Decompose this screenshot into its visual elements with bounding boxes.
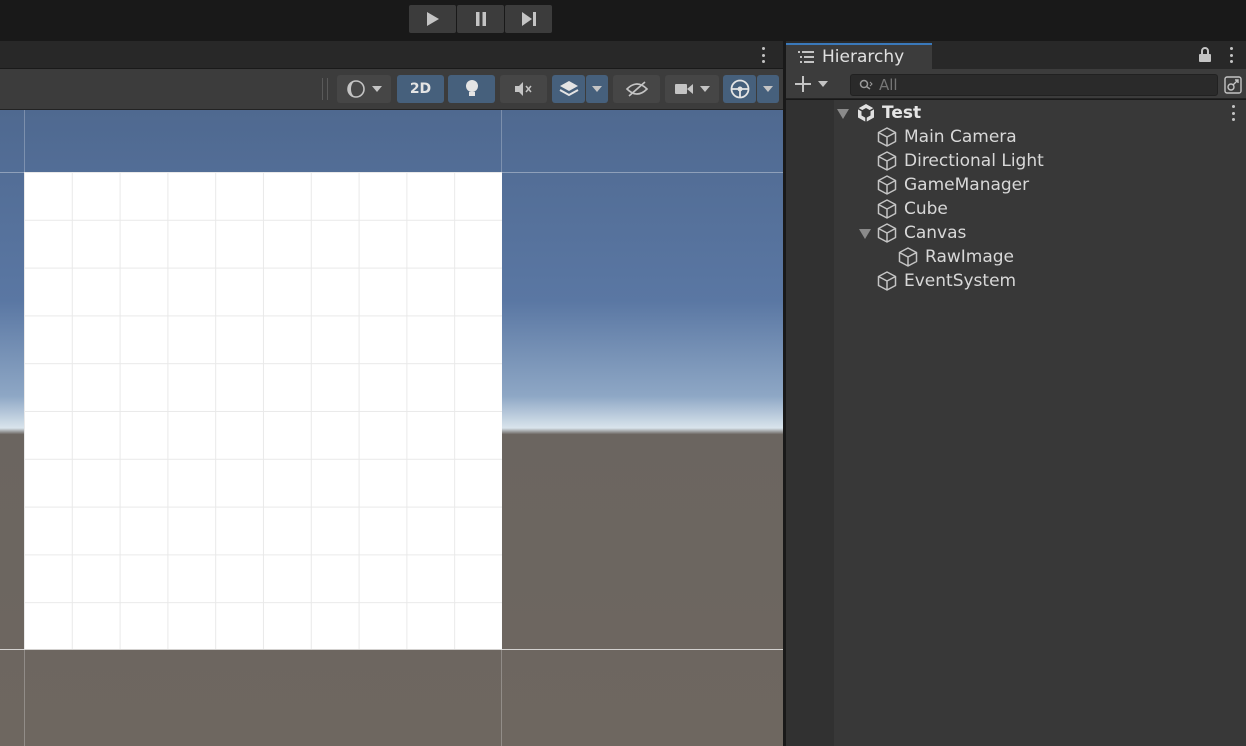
chevron-down-icon <box>700 86 710 92</box>
list-item-label: Canvas <box>904 223 967 243</box>
lock-icon[interactable] <box>1198 47 1212 63</box>
scene-tab-bar <box>0 41 783 69</box>
toggle-2d-button[interactable]: 2D <box>397 75 444 103</box>
chevron-down-icon <box>763 86 773 92</box>
expand-scene-icon[interactable] <box>837 109 849 119</box>
play-controls <box>409 5 552 33</box>
effects-icon <box>559 81 578 97</box>
gameobject-cube-icon <box>877 223 897 243</box>
list-item-label: Main Camera <box>904 127 1017 147</box>
gameobject-cube-icon <box>898 247 918 267</box>
effects-dropdown[interactable] <box>586 75 608 103</box>
hierarchy-tab-bar: Hierarchy <box>786 41 1246 69</box>
pause-icon <box>475 12 486 26</box>
list-item[interactable]: Canvas <box>876 221 966 245</box>
list-item[interactable]: RawImage <box>897 245 1014 269</box>
hierarchy-tree: Test Main Camera Directional Light GameM… <box>786 100 1246 746</box>
lighting-toggle[interactable] <box>448 75 495 103</box>
camera-dropdown[interactable] <box>665 75 719 103</box>
gameobject-cube-icon <box>877 127 897 147</box>
scene-viewport[interactable] <box>0 110 783 746</box>
lighting-icon <box>465 80 478 96</box>
pause-button[interactable] <box>457 5 504 33</box>
hierarchy-search[interactable] <box>850 74 1218 96</box>
grid-line <box>0 649 783 650</box>
create-dropdown[interactable] <box>794 75 828 93</box>
chevron-down-icon <box>372 86 382 92</box>
chevron-down-icon <box>592 86 602 92</box>
gizmos-toggle[interactable] <box>723 75 756 103</box>
search-icon <box>859 79 873 90</box>
hierarchy-gutter <box>786 100 834 746</box>
play-icon <box>426 12 439 26</box>
hierarchy-more-icon[interactable] <box>1228 47 1234 63</box>
search-scene-icon[interactable] <box>1224 76 1242 94</box>
list-item[interactable]: Directional Light <box>876 149 1044 173</box>
list-item[interactable]: GameManager <box>876 173 1029 197</box>
scene-toolbar: 2D <box>0 69 783 110</box>
step-button[interactable] <box>505 5 552 33</box>
main-toolbar <box>0 0 1246 41</box>
hierarchy-list-icon <box>798 51 814 63</box>
plus-icon <box>795 76 811 92</box>
visibility-toggle[interactable] <box>613 75 660 103</box>
raw-image-rect[interactable] <box>24 172 502 649</box>
gameobject-cube-icon <box>877 271 897 291</box>
step-icon <box>521 12 536 26</box>
shading-mode-dropdown[interactable] <box>337 75 391 103</box>
search-input[interactable] <box>879 76 1199 94</box>
audio-toggle[interactable] <box>500 75 547 103</box>
list-item[interactable]: Main Camera <box>876 125 1017 149</box>
camera-icon <box>675 84 693 94</box>
list-item-label: EventSystem <box>904 271 1017 291</box>
list-item[interactable]: EventSystem <box>876 269 1016 293</box>
gizmos-icon <box>730 79 749 99</box>
list-item-label: GameManager <box>904 175 1030 195</box>
gameobject-cube-icon <box>877 199 897 219</box>
list-item-label: Cube <box>904 199 948 219</box>
audio-mute-icon <box>514 82 532 96</box>
toolbar-grip[interactable] <box>322 78 328 100</box>
effects-toggle[interactable] <box>552 75 585 103</box>
list-item-label: Directional Light <box>904 151 1044 171</box>
scene-label: Test <box>882 103 922 123</box>
unity-scene-icon <box>857 104 875 122</box>
hierarchy-toolbar <box>786 69 1246 99</box>
chevron-down-icon <box>818 81 828 87</box>
list-item-label: RawImage <box>925 247 1015 267</box>
visibility-icon <box>625 81 648 97</box>
expand-canvas-icon[interactable] <box>859 229 871 239</box>
shading-mode-icon <box>347 80 365 98</box>
hierarchy-tab-label: Hierarchy <box>822 47 905 67</box>
play-button[interactable] <box>409 5 456 33</box>
list-item[interactable]: Cube <box>876 197 948 221</box>
tab-hierarchy[interactable]: Hierarchy <box>786 43 932 69</box>
scene-more-icon[interactable] <box>760 47 766 63</box>
gameobject-cube-icon <box>877 175 897 195</box>
scene-row-more-icon[interactable] <box>1230 105 1236 121</box>
scene-row[interactable]: Test <box>856 101 921 125</box>
gameobject-cube-icon <box>877 151 897 171</box>
toggle-2d-label: 2D <box>409 81 432 97</box>
gizmos-dropdown[interactable] <box>757 75 779 103</box>
